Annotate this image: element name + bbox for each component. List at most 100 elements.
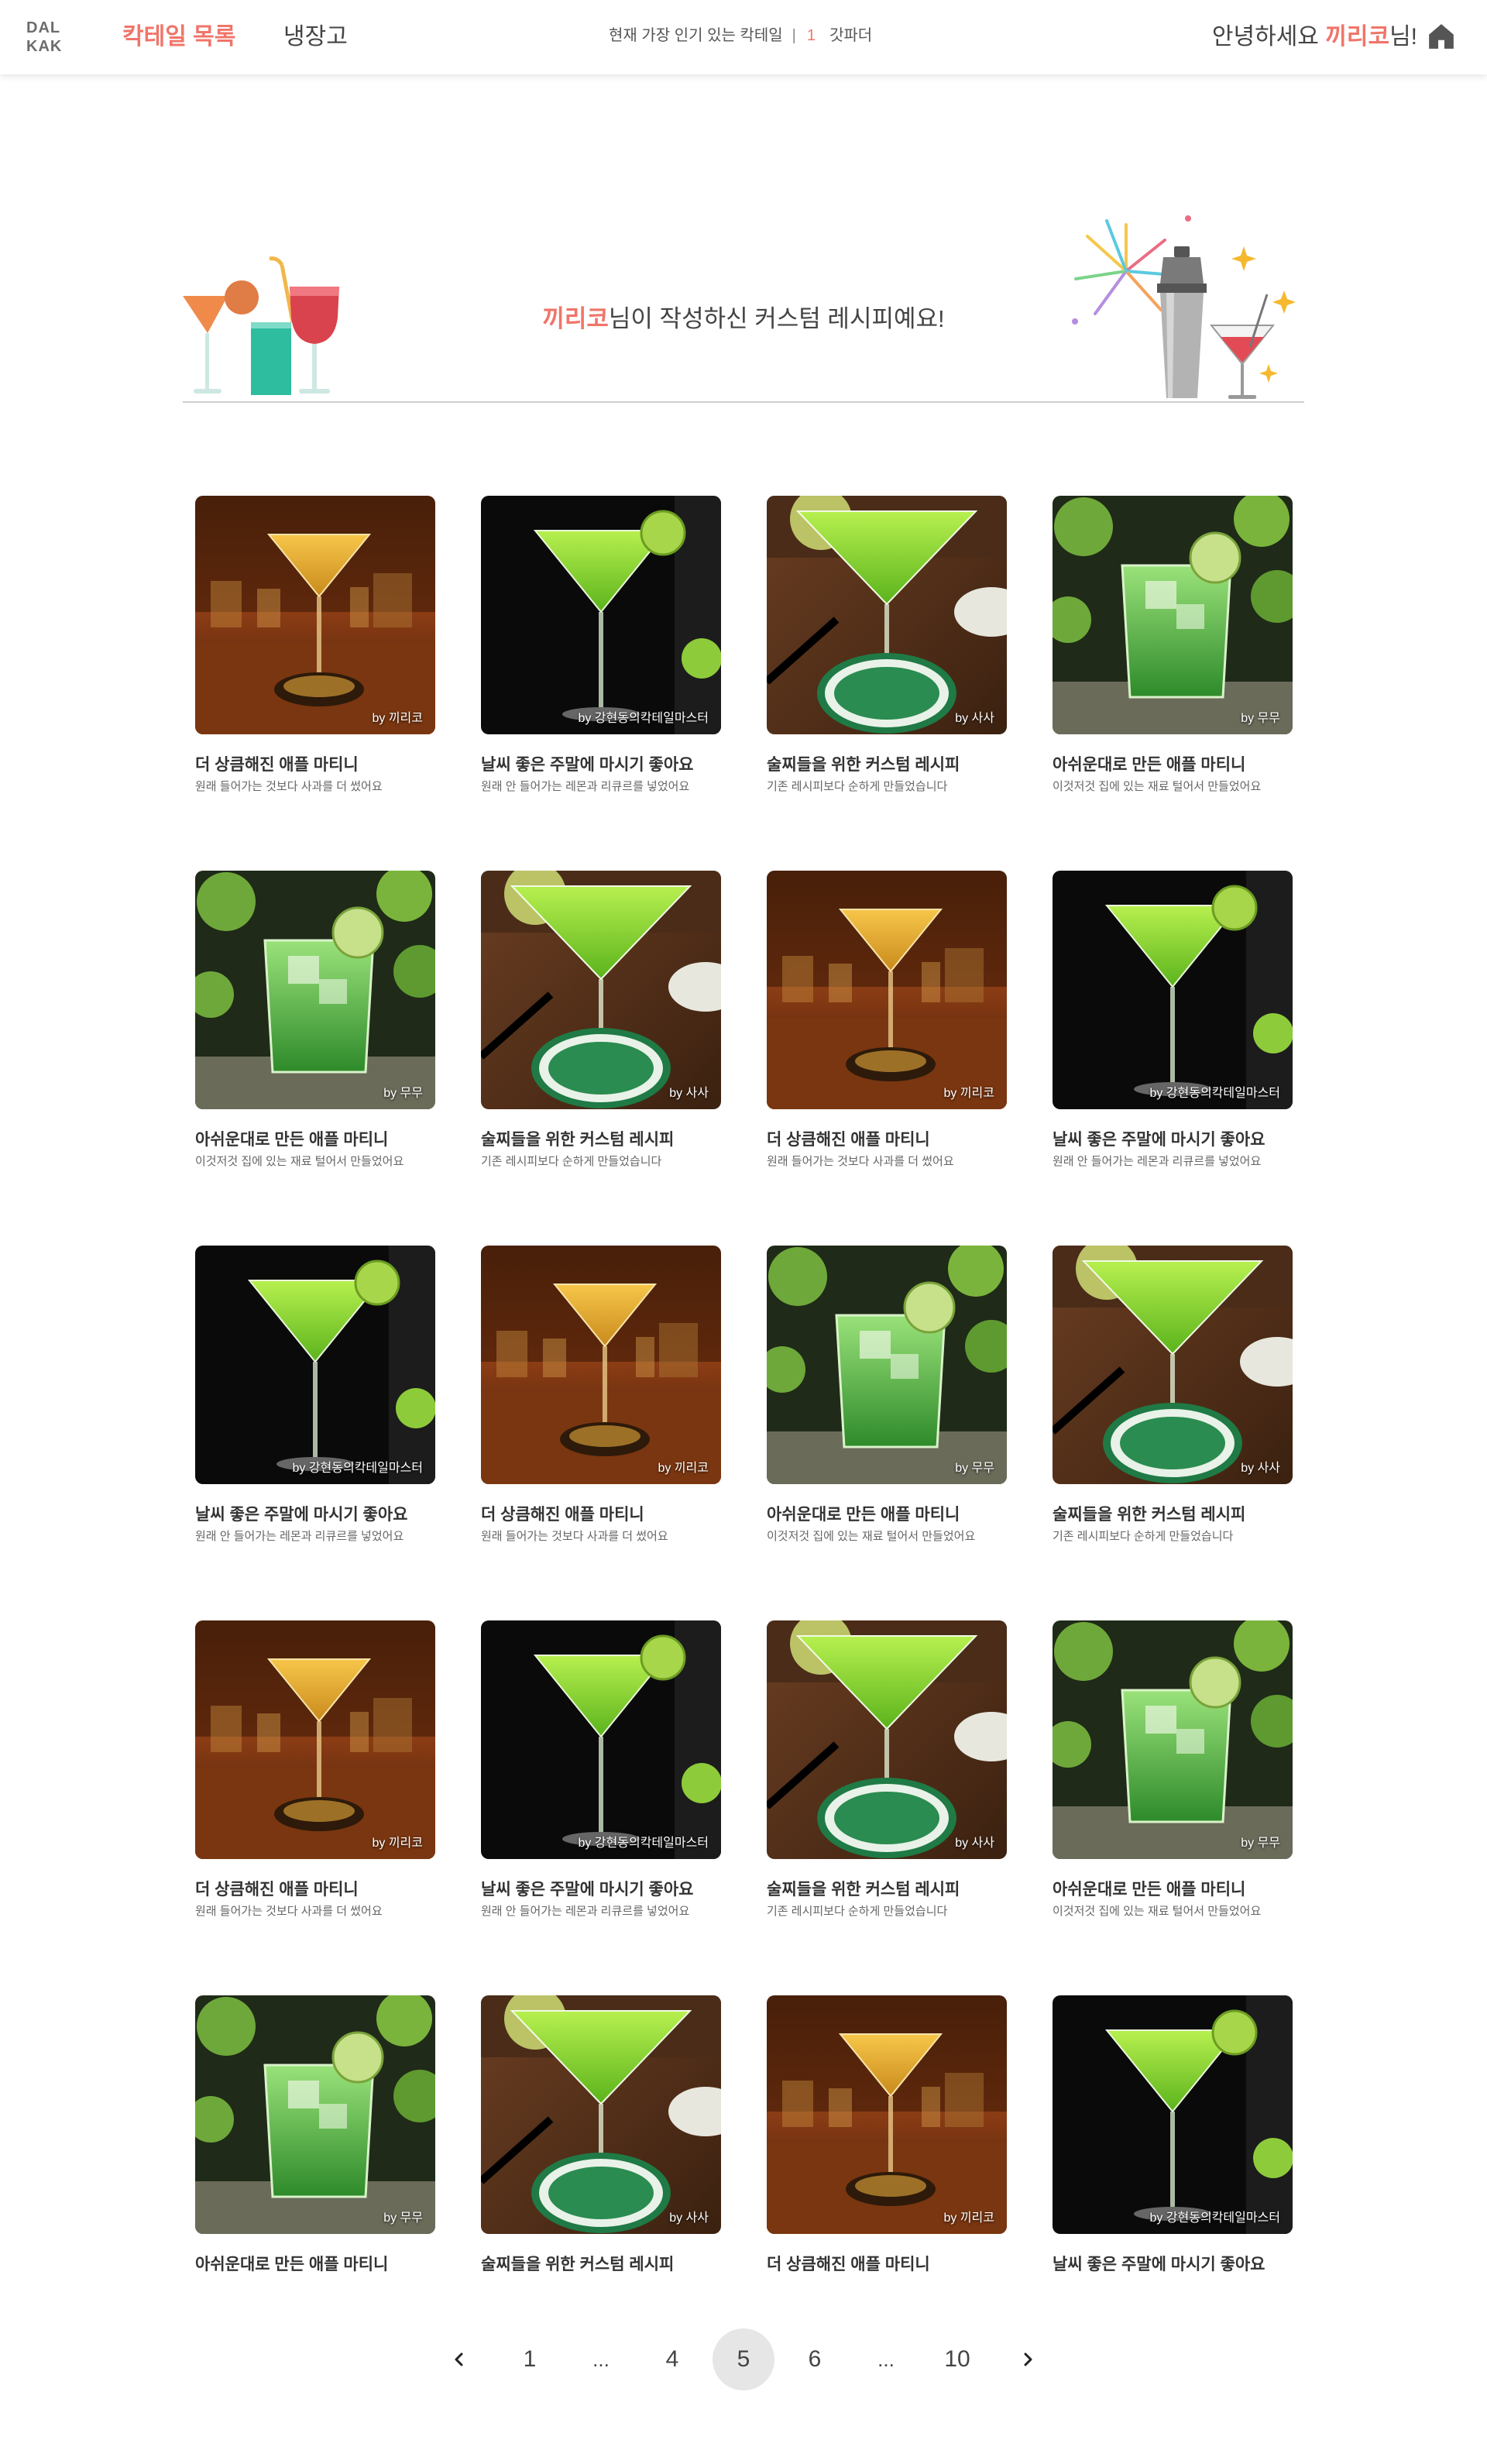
recipe-title[interactable]: 날씨 좋은 주말에 마시기 좋아요 xyxy=(195,1504,408,1526)
page-number-button[interactable]: 5 xyxy=(713,2328,774,2390)
recipe-author: by 끼리코 xyxy=(943,1087,994,1100)
recipe-image[interactable]: by 강현동의칵테일마스터 xyxy=(195,1246,435,1484)
recipe-title[interactable]: 날씨 좋은 주말에 마시기 좋아요 xyxy=(481,1879,694,1901)
recipe-card[interactable]: by 무무아쉬운대로 만든 애플 마티니이것저것 집에 있는 재료 털어서 만들… xyxy=(1053,496,1293,821)
recipe-title[interactable]: 더 상큼해진 애플 마티니 xyxy=(195,754,359,776)
recipe-author: by 끼리코 xyxy=(372,1837,423,1850)
recipe-image[interactable]: by 무무 xyxy=(1053,496,1293,734)
recipe-image[interactable]: by 사사 xyxy=(481,871,721,1109)
recipe-title[interactable]: 술찌들을 위한 커스텀 레시피 xyxy=(767,1879,960,1901)
popular-separator: | xyxy=(792,27,796,44)
page-number-button[interactable]: 1 xyxy=(499,2328,561,2390)
recipe-image[interactable]: by 무무 xyxy=(1053,1620,1293,1859)
recipe-title[interactable]: 아쉬운대로 만든 애플 마티니 xyxy=(1053,1879,1245,1901)
recipe-title[interactable]: 더 상큼해진 애플 마티니 xyxy=(195,1879,359,1901)
recipe-image[interactable]: by 사사 xyxy=(1053,1246,1293,1484)
recipe-card[interactable]: by 강현동의칵테일마스터날씨 좋은 주말에 마시기 좋아요 xyxy=(1053,1995,1293,2321)
recipe-title[interactable]: 날씨 좋은 주말에 마시기 좋아요 xyxy=(481,754,694,776)
page-number-button[interactable]: 6 xyxy=(784,2328,846,2390)
prev-page-button[interactable] xyxy=(428,2328,489,2390)
recipe-title[interactable]: 아쉬운대로 만든 애플 마티니 xyxy=(195,1129,388,1151)
recipe-image[interactable]: by 끼리코 xyxy=(195,1620,435,1859)
recipe-card[interactable]: by 강현동의칵테일마스터 날씨 좋은 주말에 마시기 좋아요 원래 안 들어가는 … xyxy=(195,1246,435,1571)
next-page-button[interactable] xyxy=(998,2328,1059,2390)
recipe-image[interactable]: by 강현동의칵테일마스터 xyxy=(1053,871,1293,1109)
recipe-description: 원래 안 들어가는 레몬과 리큐르를 넣었어요 xyxy=(1053,1155,1262,1168)
recipe-card[interactable]: by 사사술찌들을 위한 커스텀 레시피기존 레시피보다 순하게 만들었습니다 xyxy=(481,871,721,1196)
greeting-prefix: 안녕하세요 xyxy=(1211,24,1326,50)
recipe-image[interactable]: by 무무 xyxy=(195,871,435,1109)
recipe-card[interactable]: by 무무아쉬운대로 만든 애플 마티니 xyxy=(195,1995,435,2321)
recipe-card[interactable]: by 끼리코더 상큼해진 애플 마티니원래 들어가는 것보다 사과를 더 썼어요 xyxy=(481,1246,721,1571)
recipe-title[interactable]: 날씨 좋은 주말에 마시기 좋아요 xyxy=(1053,1129,1265,1151)
page-number-button[interactable]: 4 xyxy=(641,2328,703,2390)
recipe-image[interactable]: by 강현동의칵테일마스터 xyxy=(481,496,721,734)
recipe-card[interactable]: by 끼리코 더 상큼해진 애플 마티니 원래 들어가는 것보다 사과를 더 썼어요 xyxy=(195,1620,435,1946)
nav-cocktail-list[interactable]: 칵테일 목록 xyxy=(122,22,235,53)
recipe-image[interactable]: by 끼리코 xyxy=(481,1246,721,1484)
recipe-author: by 무무 xyxy=(1241,1837,1280,1850)
recipe-image[interactable]: by 사사 xyxy=(481,1995,721,2234)
recipe-card[interactable]: by 사사 술찌들을 위한 커스텀 레시피 기존 레시피보다 순하게 만들었습니다 xyxy=(767,1620,1007,1946)
recipe-title[interactable]: 아쉬운대로 만든 애플 마티니 xyxy=(195,2254,388,2276)
banner-message: 님이 작성하신 커스텀 레시피예요! xyxy=(608,305,945,332)
recipe-description: 기존 레시피보다 순하게 만들었습니다 xyxy=(1053,1530,1234,1543)
user-greeting: 안녕하세요 끼리코님! xyxy=(1212,22,1417,53)
recipe-card[interactable]: by 무무 아쉬운대로 만든 애플 마티니 이것저것 집에 있는 재료 털어서 만들… xyxy=(195,871,435,1196)
recipe-card[interactable]: by 강현동의칵테일마스터 날씨 좋은 주말에 마시기 좋아요 원래 안 들어가는 … xyxy=(481,1620,721,1946)
recipe-image[interactable]: by 끼리코 xyxy=(767,871,1007,1109)
recipe-title[interactable]: 술찌들을 위한 커스텀 레시피 xyxy=(481,1129,674,1151)
recipe-card[interactable]: by 무무아쉬운대로 만든 애플 마티니이것저것 집에 있는 재료 털어서 만들… xyxy=(767,1246,1007,1571)
recipe-author: by 사사 xyxy=(1241,1462,1280,1475)
custom-recipe-banner: 끼리코님이 작성하신 커스텀 레시피예요! xyxy=(183,209,1304,403)
recipe-card[interactable]: by 사사술찌들을 위한 커스텀 레시피 xyxy=(481,1995,721,2321)
recipe-title[interactable]: 더 상큼해진 애플 마티니 xyxy=(481,1504,644,1526)
recipe-image[interactable]: by 사사 xyxy=(767,496,1007,734)
recipe-card[interactable]: by 끼리코더 상큼해진 애플 마티니 xyxy=(767,1995,1007,2321)
home-button[interactable] xyxy=(1427,22,1456,51)
recipe-card[interactable]: by 무무 아쉬운대로 만든 애플 마티니 이것저것 집에 있는 재료 털어서 만들… xyxy=(1053,1620,1293,1946)
recipe-title[interactable]: 더 상큼해진 애플 마티니 xyxy=(767,1129,930,1151)
banner-username: 끼리코 xyxy=(542,305,609,332)
recipe-author: by 끼리코 xyxy=(658,1462,709,1475)
recipe-author: by 강현동의칵테일마스터 xyxy=(578,1837,709,1850)
popular-cocktail-name: 갓파더 xyxy=(829,27,873,44)
recipe-title[interactable]: 더 상큼해진 애플 마티니 xyxy=(767,2254,930,2276)
recipe-image[interactable]: by 무무 xyxy=(767,1246,1007,1484)
recipe-image[interactable]: by 끼리코 xyxy=(767,1995,1007,2234)
recipe-image[interactable]: by 강현동의칵테일마스터 xyxy=(481,1620,721,1859)
recipe-title[interactable]: 아쉬운대로 만든 애플 마티니 xyxy=(1053,754,1245,776)
popular-label: 현재 가장 인기 있는 칵테일 xyxy=(609,27,783,44)
recipe-card[interactable]: by 강현동의칵테일마스터날씨 좋은 주말에 마시기 좋아요원래 안 들어가는 … xyxy=(1053,871,1293,1196)
recipe-title[interactable]: 아쉬운대로 만든 애플 마티니 xyxy=(767,1504,960,1526)
chevron-left-icon xyxy=(455,2352,463,2366)
recipe-image[interactable]: by 무무 xyxy=(195,1995,435,2234)
recipe-card[interactable]: by 강현동의칵테일마스터 날씨 좋은 주말에 마시기 좋아요 원래 안 들어가는 … xyxy=(481,496,721,821)
recipe-card[interactable]: by 사사술찌들을 위한 커스텀 레시피기존 레시피보다 순하게 만들었습니다 xyxy=(1053,1246,1293,1571)
recipe-image[interactable]: by 사사 xyxy=(767,1620,1007,1859)
recipe-author: by 사사 xyxy=(955,712,994,725)
recipe-author: by 사사 xyxy=(669,1087,709,1100)
recipe-card[interactable]: by 끼리코더 상큼해진 애플 마티니원래 들어가는 것보다 사과를 더 썼어요 xyxy=(767,871,1007,1196)
page-number-button[interactable]: 10 xyxy=(926,2328,988,2390)
recipe-description: 원래 들어가는 것보다 사과를 더 썼어요 xyxy=(767,1155,954,1168)
dalkak-logo[interactable]: DAL KAK xyxy=(26,19,62,56)
recipe-title[interactable]: 날씨 좋은 주말에 마시기 좋아요 xyxy=(1053,2254,1265,2276)
recipe-description: 이것저것 집에 있는 재료 털어서 만들었어요 xyxy=(1053,780,1262,793)
recipe-description: 기존 레시피보다 순하게 만들었습니다 xyxy=(481,1155,662,1168)
greeting-suffix: 님! xyxy=(1389,24,1417,50)
recipe-title[interactable]: 술찌들을 위한 커스텀 레시피 xyxy=(481,2254,674,2276)
nav-fridge[interactable]: 냉장고 xyxy=(283,22,348,53)
recipe-description: 이것저것 집에 있는 재료 털어서 만들었어요 xyxy=(767,1530,976,1543)
recipe-image[interactable]: by 끼리코 xyxy=(195,496,435,734)
logo-line-1: DAL xyxy=(26,19,61,36)
recipe-card[interactable]: by 사사술찌들을 위한 커스텀 레시피기존 레시피보다 순하게 만들었습니다 xyxy=(767,496,1007,821)
recipe-title[interactable]: 술찌들을 위한 커스텀 레시피 xyxy=(767,754,960,776)
popular-cocktail-ticker[interactable]: 현재 가장 인기 있는 칵테일 | 1 갓파더 xyxy=(609,25,872,46)
recipe-author: by 끼리코 xyxy=(943,2211,994,2225)
recipe-image[interactable]: by 강현동의칵테일마스터 xyxy=(1053,1995,1293,2234)
recipe-title[interactable]: 술찌들을 위한 커스텀 레시피 xyxy=(1053,1504,1245,1526)
recipe-card[interactable]: by 끼리코 더 상큼해진 애플 마티니 원래 들어가는 것보다 사과를 더 썼어요 xyxy=(195,496,435,821)
recipe-description: 원래 들어가는 것보다 사과를 더 썼어요 xyxy=(481,1530,668,1543)
recipe-description: 기존 레시피보다 순하게 만들었습니다 xyxy=(767,780,948,793)
